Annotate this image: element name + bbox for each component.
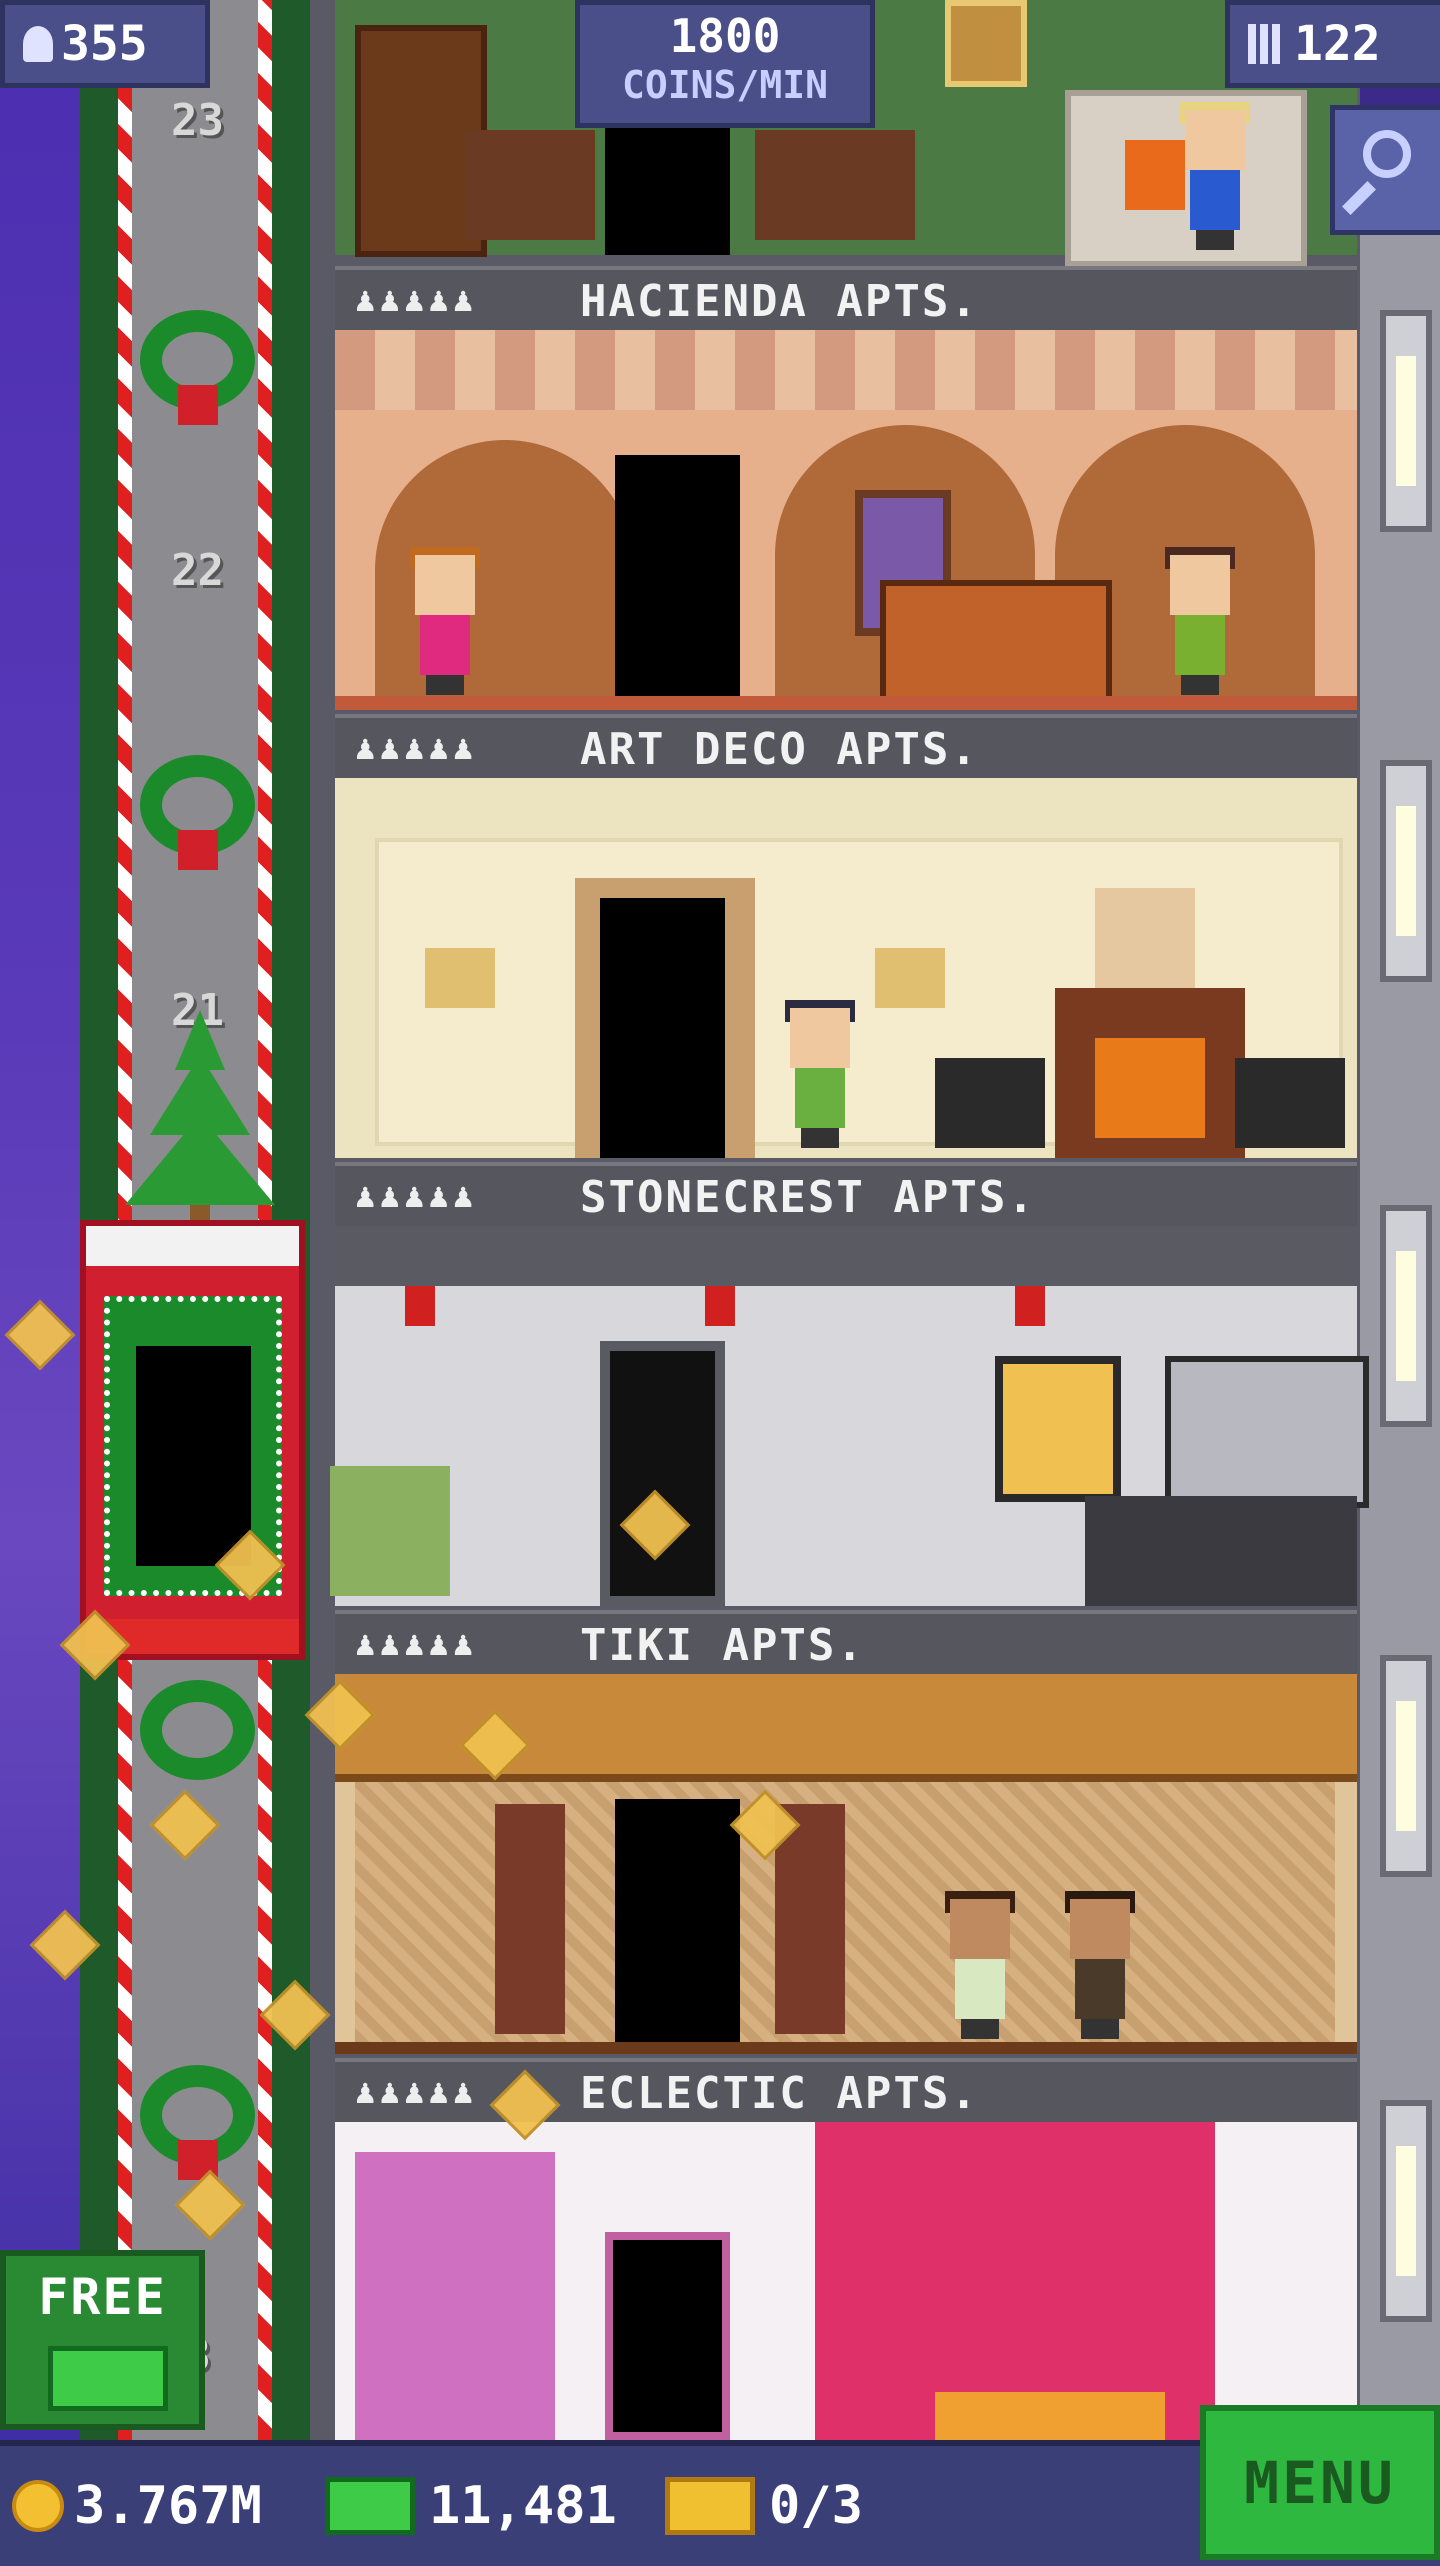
free-label: FREE <box>38 2268 167 2326</box>
floor-label-bar[interactable]: ♟♟♟♟♟ HACIENDA APTS. <box>335 266 1357 334</box>
elevator-floor-number: 23 <box>171 95 224 146</box>
tower-window <box>1380 1655 1432 1877</box>
occupancy-icons: ♟♟♟♟♟ <box>355 728 478 768</box>
floor-room-eclectic[interactable] <box>335 2122 1357 2440</box>
floor-label-bar[interactable]: ♟♟♟♟♟ ART DECO APTS. <box>335 714 1357 782</box>
resident-character[interactable] <box>410 547 480 695</box>
elevator-floor-number: 22 <box>171 545 224 596</box>
coins-per-min-display[interactable]: 1800 COINS/MIN <box>575 0 875 128</box>
room-door <box>615 1799 740 2054</box>
free-bux-button[interactable]: FREE <box>0 2250 205 2430</box>
room-door <box>605 125 730 255</box>
floor-room-hacienda[interactable] <box>335 330 1357 710</box>
elevator-door <box>136 1346 251 1566</box>
floor-name: HACIENDA APTS. <box>580 276 979 327</box>
bux-icon <box>48 2346 168 2411</box>
room-door <box>600 898 725 1158</box>
resident-character[interactable] <box>945 1891 1015 2039</box>
coins-per-min-unit: COINS/MIN <box>622 63 828 107</box>
floor-label-bar[interactable]: ♟♟♟♟♟ ECLECTIC APTS. <box>335 2058 1357 2126</box>
floors-icon <box>1248 24 1282 64</box>
wreath-icon <box>140 1680 255 1780</box>
room-door <box>605 2232 730 2440</box>
resident-character[interactable] <box>785 1000 855 1148</box>
menu-button[interactable]: MENU <box>1200 2405 1440 2560</box>
floor-name: ART DECO APTS. <box>580 724 979 775</box>
floor-name: ECLECTIC APTS. <box>580 2068 979 2119</box>
bux-value: 11,481 <box>429 2476 617 2536</box>
coins-value: 3.767M <box>74 2476 262 2536</box>
bux-icon <box>325 2477 415 2535</box>
tickets-display[interactable]: 0/3 <box>665 2476 863 2536</box>
menu-label: MENU <box>1244 2448 1396 2517</box>
occupancy-icons: ♟♟♟♟♟ <box>355 1176 478 1216</box>
wreath-bow-icon <box>178 830 218 870</box>
person-icon <box>23 26 53 62</box>
resident-character[interactable] <box>1180 102 1250 250</box>
tickets-value: 0/3 <box>769 2476 863 2536</box>
elevator-car[interactable] <box>80 1220 305 1660</box>
coins-display[interactable]: 3.767M <box>12 2476 262 2536</box>
occupancy-icons: ♟♟♟♟♟ <box>355 1624 478 1664</box>
floor-name: TIKI APTS. <box>580 1620 865 1671</box>
room-door <box>600 1341 725 1606</box>
floor-label-bar[interactable]: ♟♟♟♟♟ TIKI APTS. <box>335 1610 1357 1678</box>
floor-label-bar[interactable]: ♟♟♟♟♟ STONECREST APTS. <box>335 1162 1357 1230</box>
zoom-out-icon <box>1363 130 1411 178</box>
zoom-out-button[interactable] <box>1330 105 1440 235</box>
room-door <box>615 455 740 710</box>
christmas-tree-icon <box>115 1010 285 1225</box>
occupancy-icons: ♟♟♟♟♟ <box>355 2072 478 2112</box>
resident-character[interactable] <box>1065 1891 1135 2039</box>
tower-window <box>1380 760 1432 982</box>
coin-icon <box>12 2480 64 2532</box>
floors-count-value: 122 <box>1294 16 1381 72</box>
population-display[interactable]: 355 <box>0 0 210 88</box>
occupancy-icons: ♟♟♟♟♟ <box>355 280 478 320</box>
floor-name: STONECREST APTS. <box>580 1172 1036 1223</box>
zoom-handle <box>1342 181 1376 215</box>
coins-per-min-value: 1800 <box>669 9 781 63</box>
ticket-icon <box>665 2477 755 2535</box>
wreath-bow-icon <box>178 385 218 425</box>
tower-window <box>1380 2100 1432 2322</box>
bux-display[interactable]: 11,481 <box>325 2476 617 2536</box>
floor-room-art-deco[interactable] <box>335 778 1357 1158</box>
resident-character[interactable] <box>1165 547 1235 695</box>
tower-window <box>1380 1205 1432 1427</box>
floors-count-display[interactable]: 122 <box>1225 0 1440 88</box>
floor-room-stonecrest[interactable] <box>330 1226 1369 1606</box>
tower-window <box>1380 310 1432 532</box>
population-value: 355 <box>61 16 148 72</box>
